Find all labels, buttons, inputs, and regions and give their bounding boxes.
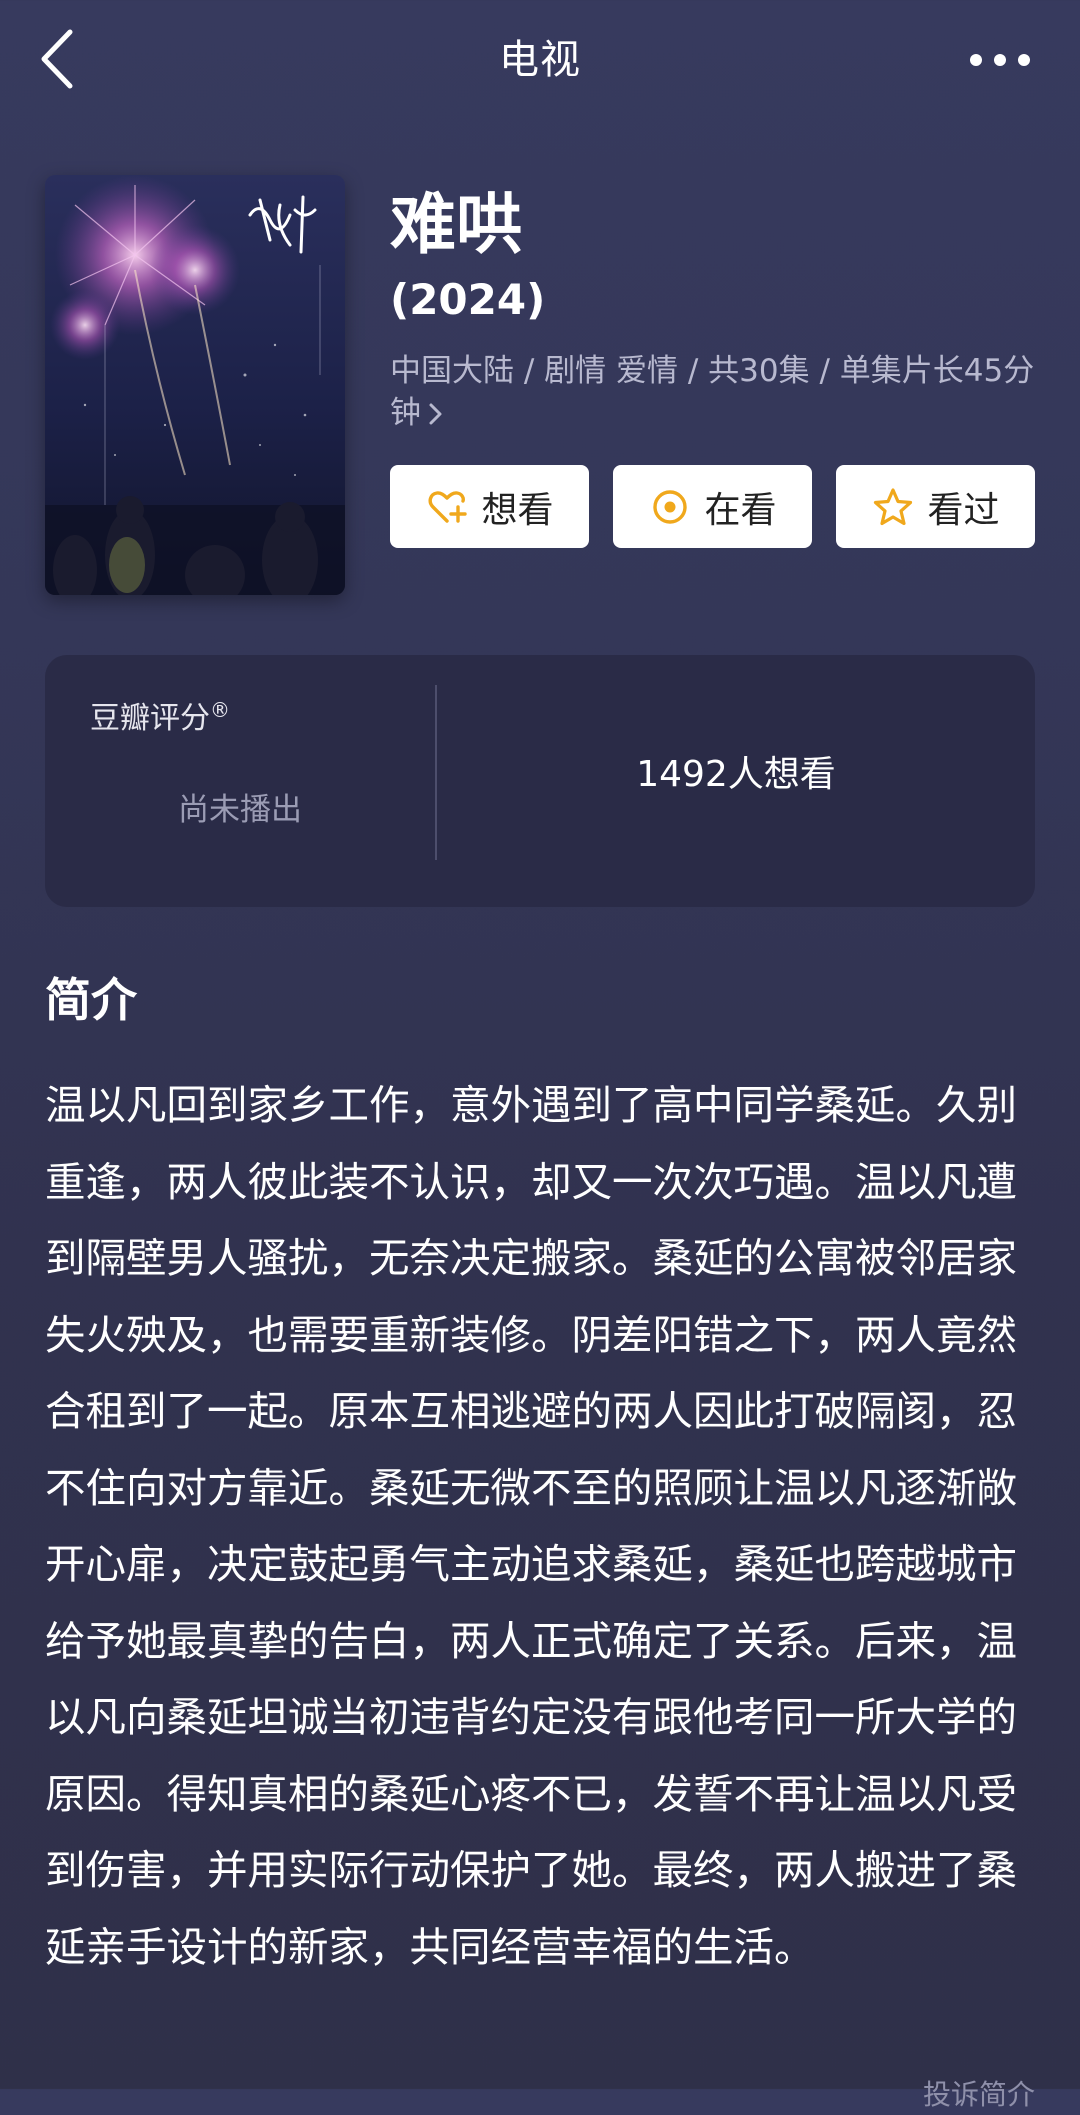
more-horizontal-icon xyxy=(970,54,1030,66)
rating-status: 尚未播出 xyxy=(178,792,302,828)
report-intro-link[interactable]: 投诉简介 xyxy=(923,2075,1035,2115)
rating-card: 豆瓣评分® 尚未播出 1492人想看 xyxy=(45,655,1035,907)
show-year: (2024) xyxy=(390,275,546,324)
rating-label: 豆瓣评分® xyxy=(90,690,230,739)
heart-plus-icon xyxy=(425,485,469,529)
watched-button[interactable]: 看过 xyxy=(836,465,1035,548)
top-bar: 电视 xyxy=(0,0,1080,120)
show-meta-text: 中国大陆 / 剧情 爱情 / 共30集 / 单集片长45分钟 xyxy=(390,353,1035,431)
circle-dot-icon xyxy=(648,485,692,529)
show-title: 难哄 xyxy=(390,186,522,263)
watching-label: 在看 xyxy=(704,489,777,531)
star-icon xyxy=(871,485,915,529)
want-count: 1492人想看 xyxy=(636,754,836,795)
want-to-watch-button[interactable]: 想看 xyxy=(390,465,589,548)
watched-label: 看过 xyxy=(927,489,1000,531)
page-title: 电视 xyxy=(499,37,581,83)
poster-image[interactable] xyxy=(45,175,345,595)
intro-heading: 简介 xyxy=(45,973,137,1027)
registered-mark: ® xyxy=(210,698,230,722)
watching-button[interactable]: 在看 xyxy=(613,465,812,548)
mark-actions: 想看 在看 看过 xyxy=(390,465,1035,548)
chevron-right-icon xyxy=(427,392,445,434)
more-button[interactable] xyxy=(960,40,1040,80)
show-meta-info[interactable]: 中国大陆 / 剧情 爱情 / 共30集 / 单集片长45分钟 xyxy=(390,350,1040,434)
want-to-watch-label: 想看 xyxy=(481,489,554,531)
intro-text: 温以凡回到家乡工作，意外遇到了高中同学桑延。久别重逢，两人彼此装不认识，却又一次… xyxy=(45,1081,1017,1971)
rating-label-text: 豆瓣评分 xyxy=(90,701,210,736)
